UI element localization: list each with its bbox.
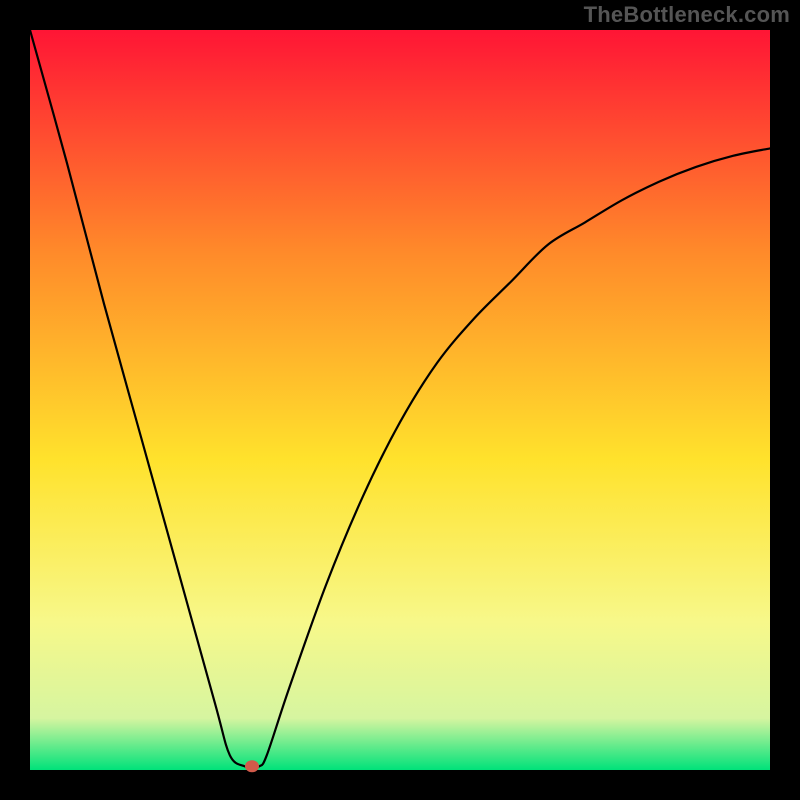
optimal-point-marker xyxy=(245,760,259,772)
bottleneck-chart: TheBottleneck.com xyxy=(0,0,800,800)
watermark-label: TheBottleneck.com xyxy=(584,2,790,28)
chart-plot-bg xyxy=(30,30,770,770)
chart-svg xyxy=(0,0,800,800)
